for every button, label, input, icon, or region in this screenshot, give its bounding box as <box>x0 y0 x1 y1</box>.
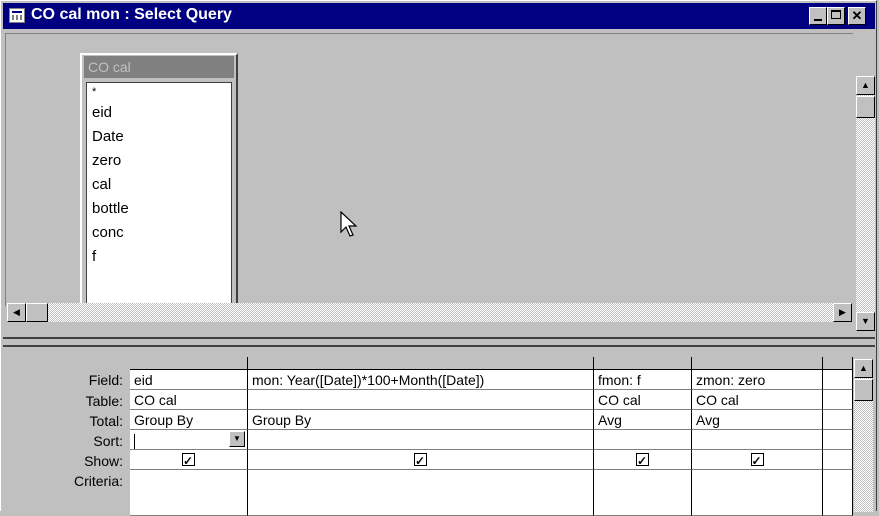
field-cell[interactable]: zmon: zero <box>692 370 823 390</box>
dropdown-arrow-icon[interactable]: ▼ <box>229 431 245 447</box>
row-label-sort: Sort: <box>93 433 123 449</box>
total-cell[interactable]: Group By <box>130 410 248 430</box>
row-label-table: Table: <box>85 393 123 409</box>
field-cell[interactable]: eid <box>130 370 248 390</box>
total-cell[interactable]: Avg <box>594 410 692 430</box>
criteria-cell[interactable] <box>130 470 248 516</box>
sort-cell[interactable] <box>248 430 594 450</box>
scroll-down-button[interactable]: ▼ <box>856 312 875 331</box>
field-list-item[interactable]: zero <box>87 149 231 173</box>
show-cell <box>692 450 823 470</box>
window-title: CO cal mon : Select Query <box>31 6 232 23</box>
grid-vertical-scrollbar[interactable]: ▲ <box>854 359 873 512</box>
total-cell[interactable] <box>823 410 853 430</box>
criteria-cell[interactable] <box>594 470 692 516</box>
table-cell[interactable]: CO cal <box>692 390 823 410</box>
show-cell <box>594 450 692 470</box>
design-grid-pane: Field: Table: Total: Sort: Show: Criteri… <box>3 353 853 516</box>
query-window: CO cal mon : Select Query ✕ CO cal * eid… <box>0 0 877 516</box>
column-selector[interactable] <box>594 357 692 370</box>
row-label-total: Total: <box>89 413 123 429</box>
field-cell[interactable]: fmon: f <box>594 370 692 390</box>
sort-cell[interactable] <box>594 430 692 450</box>
table-pane: CO cal * eid Date zero cal bottle conc f… <box>3 31 875 331</box>
title-bar[interactable]: CO cal mon : Select Query ✕ <box>3 3 875 29</box>
column-selector[interactable] <box>130 357 248 370</box>
table-cell[interactable]: CO cal <box>594 390 692 410</box>
row-label-show: Show: <box>84 453 123 469</box>
scroll-right-button[interactable]: ▶ <box>833 303 852 322</box>
row-label-field: Field: <box>88 372 123 388</box>
total-cell[interactable]: Group By <box>248 410 594 430</box>
field-cell[interactable]: mon: Year([Date])*100+Month([Date]) <box>248 370 594 390</box>
field-list-item[interactable]: f <box>87 245 231 269</box>
criteria-cell[interactable] <box>248 470 594 516</box>
criteria-cell[interactable] <box>823 470 853 516</box>
scroll-thumb[interactable] <box>26 303 48 322</box>
field-list-item[interactable]: eid <box>87 101 231 125</box>
close-button[interactable]: ✕ <box>848 7 866 25</box>
field-list-item[interactable]: Date <box>87 125 231 149</box>
table-cell[interactable] <box>248 390 594 410</box>
field-list-item[interactable]: bottle <box>87 197 231 221</box>
text-caret <box>134 433 135 449</box>
show-checkbox[interactable] <box>636 451 649 469</box>
field-list-window[interactable]: CO cal * eid Date zero cal bottle conc f <box>80 53 238 315</box>
maximize-button[interactable] <box>827 7 845 25</box>
total-cell[interactable]: Avg <box>692 410 823 430</box>
sort-cell[interactable] <box>823 430 853 450</box>
column-selector[interactable] <box>823 357 853 370</box>
field-cell[interactable] <box>823 370 853 390</box>
show-checkbox[interactable] <box>182 451 195 469</box>
scroll-thumb[interactable] <box>856 96 875 118</box>
show-checkbox[interactable] <box>414 451 427 469</box>
query-icon[interactable] <box>9 8 25 23</box>
pane-splitter[interactable] <box>3 337 875 347</box>
field-list-item[interactable]: cal <box>87 173 231 197</box>
row-label-criteria: Criteria: <box>73 473 123 489</box>
table-pane-vertical-scrollbar[interactable]: ▲ ▼ <box>856 76 875 331</box>
column-selector[interactable] <box>692 357 823 370</box>
scroll-up-button[interactable]: ▲ <box>854 359 873 378</box>
field-list[interactable]: * eid Date zero cal bottle conc f <box>86 82 232 307</box>
sort-cell[interactable] <box>692 430 823 450</box>
table-cell[interactable]: CO cal <box>130 390 248 410</box>
criteria-cell[interactable] <box>692 470 823 516</box>
show-cell <box>130 450 248 470</box>
scroll-thumb[interactable] <box>854 379 873 401</box>
mouse-pointer-icon <box>340 211 358 237</box>
field-list-item[interactable]: conc <box>87 221 231 245</box>
scroll-up-button[interactable]: ▲ <box>856 76 875 95</box>
table-pane-horizontal-scrollbar[interactable]: ◀ ▶ <box>7 303 852 322</box>
minimize-button[interactable] <box>809 7 827 25</box>
table-cell[interactable] <box>823 390 853 410</box>
sort-combo[interactable]: ▼ <box>130 430 248 450</box>
column-selector[interactable] <box>248 357 594 370</box>
show-cell[interactable] <box>823 450 853 470</box>
show-checkbox[interactable] <box>750 451 764 469</box>
field-list-item[interactable]: * <box>87 83 231 101</box>
field-list-title[interactable]: CO cal <box>84 56 234 78</box>
scroll-left-button[interactable]: ◀ <box>7 303 26 322</box>
show-cell <box>248 450 594 470</box>
